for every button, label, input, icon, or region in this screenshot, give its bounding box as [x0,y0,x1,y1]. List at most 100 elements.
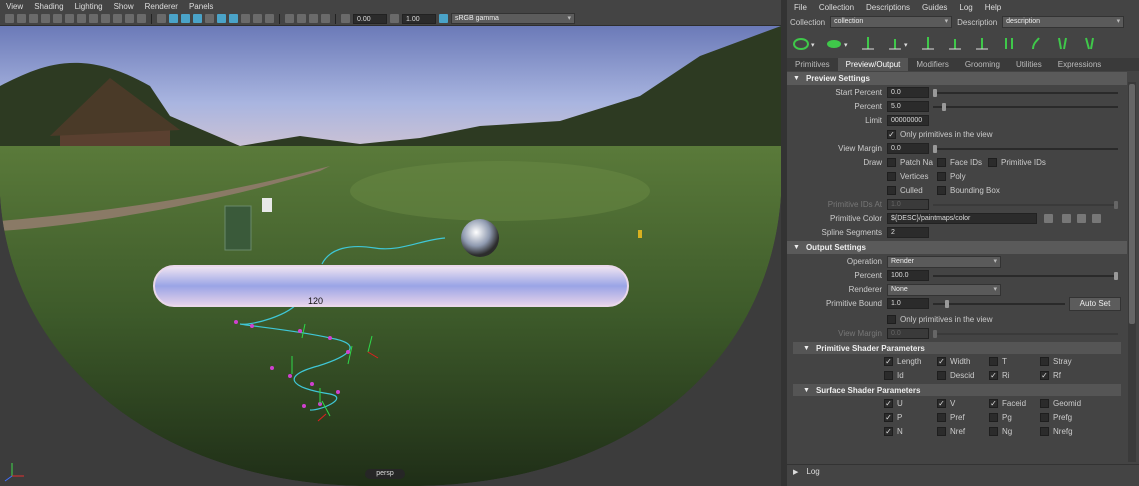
menu-view[interactable]: View [6,2,23,11]
prim-shader-param-checkbox[interactable]: ✓ [1040,371,1049,380]
culled-checkbox[interactable] [887,186,896,195]
surface-shader-header[interactable]: ▼ Surface Shader Parameters [793,384,1121,396]
prim-bound-field[interactable]: 1.0 [887,298,929,309]
viewport-panel[interactable]: View Shading Lighting Show Renderer Pane… [0,0,781,486]
start-percent-slider[interactable] [933,89,1118,97]
bend-guide-icon[interactable] [1027,35,1045,53]
select-description-icon[interactable]: ▾ [826,35,848,53]
isolate-select-icon[interactable] [285,14,294,23]
surface-shader-param-checkbox[interactable] [1040,413,1049,422]
view-margin-slider[interactable] [933,145,1118,153]
slider-handle[interactable] [945,300,949,308]
description-dropdown[interactable]: description [1002,16,1125,28]
preview-settings-header[interactable]: ▼ Preview Settings [787,72,1127,85]
collection-dropdown[interactable]: collection [830,16,953,28]
output-percent-field[interactable]: 100.0 [887,270,929,281]
menu-lighting[interactable]: Lighting [75,2,103,11]
rebuild-guides-icon[interactable] [1081,35,1099,53]
surface-shader-param-checkbox[interactable] [989,413,998,422]
depth-of-field-icon[interactable] [265,14,274,23]
load-map-icon[interactable] [1077,214,1086,223]
image-plane-icon[interactable] [41,14,50,23]
output-only-prims-checkbox[interactable] [887,315,896,324]
gamma-icon[interactable] [390,14,399,23]
menu-guides[interactable]: Guides [922,3,947,12]
spline-segments-field[interactable]: 2 [887,227,929,238]
gamma-field[interactable]: 1.00 [402,13,436,24]
shadows-icon[interactable] [217,14,226,23]
safe-action-icon[interactable] [113,14,122,23]
wireframe-icon[interactable] [157,14,166,23]
vertices-checkbox[interactable] [887,172,896,181]
surface-shader-param-checkbox[interactable]: ✓ [989,399,998,408]
prim-shader-param-checkbox[interactable]: ✓ [884,357,893,366]
motion-blur-icon[interactable] [241,14,250,23]
primitive-ids-checkbox[interactable] [988,158,997,167]
prim-shader-param-checkbox[interactable] [1040,357,1049,366]
percent-slider[interactable] [933,103,1118,111]
prim-bound-slider[interactable] [933,300,1065,308]
poly-checkbox[interactable] [937,172,946,181]
prim-shader-param-checkbox[interactable]: ✓ [989,371,998,380]
exposure-icon[interactable] [341,14,350,23]
surface-shader-param-checkbox[interactable] [1040,427,1049,436]
menu-file[interactable]: File [794,3,807,12]
editor-scrollbar[interactable] [1128,82,1136,462]
tab-modifiers[interactable]: Modifiers [908,58,956,71]
bookmark-icon[interactable] [29,14,38,23]
output-settings-header[interactable]: ▼ Output Settings [787,241,1127,254]
menu-shading[interactable]: Shading [34,2,63,11]
camera-attributes-icon[interactable] [17,14,26,23]
prim-shader-param-checkbox[interactable]: ✓ [937,357,946,366]
pan-zoom-icon[interactable] [137,14,146,23]
exposure-field[interactable]: 0.00 [353,13,387,24]
xray-joints-icon[interactable] [309,14,318,23]
ambient-occlusion-icon[interactable] [229,14,238,23]
prim-shader-param-checkbox[interactable] [989,357,998,366]
slider-handle[interactable] [933,145,937,153]
prim-shader-param-checkbox[interactable] [937,371,946,380]
menu-show[interactable]: Show [114,2,134,11]
scrollbar-thumb[interactable] [1129,84,1135,324]
smooth-shade-icon[interactable] [169,14,178,23]
normalize-guide-icon[interactable] [973,35,991,53]
limit-field[interactable]: 00000000 [887,115,929,126]
xray-components-icon[interactable] [321,14,330,23]
anti-aliasing-icon[interactable] [253,14,262,23]
surface-shader-param-checkbox[interactable]: ✓ [884,427,893,436]
prim-color-field[interactable]: ${DESC}/paintmaps/color [887,213,1037,224]
slider-handle[interactable] [942,103,946,111]
tab-grooming[interactable]: Grooming [957,58,1008,71]
tab-utilities[interactable]: Utilities [1008,58,1050,71]
menu-help[interactable]: Help [985,3,1001,12]
only-prims-checkbox[interactable]: ✓ [887,130,896,139]
film-gate-icon[interactable] [65,14,74,23]
add-guides-icon[interactable] [859,35,877,53]
prim-shader-param-checkbox[interactable] [884,371,893,380]
surface-shader-param-checkbox[interactable]: ✓ [884,413,893,422]
menu-panels[interactable]: Panels [189,2,213,11]
color-management-icon[interactable] [439,14,448,23]
gate-mask-icon[interactable] [89,14,98,23]
tab-expressions[interactable]: Expressions [1050,58,1110,71]
menu-descriptions[interactable]: Descriptions [866,3,910,12]
tab-primitives[interactable]: Primitives [787,58,838,71]
map-options-icon[interactable] [1092,214,1101,223]
face-ids-checkbox[interactable] [937,158,946,167]
expression-editor-icon[interactable] [1044,214,1053,223]
camera-select-icon[interactable] [5,14,14,23]
prim-shader-header[interactable]: ▼ Primitive Shader Parameters [793,342,1121,354]
add-guide-point-icon[interactable] [919,35,937,53]
surface-shader-param-checkbox[interactable]: ✓ [937,399,946,408]
textured-icon[interactable] [193,14,202,23]
create-description-icon[interactable]: ▾ [793,35,815,53]
slider-handle[interactable] [1114,272,1118,280]
menu-collection[interactable]: Collection [819,3,854,12]
tab-preview-output[interactable]: Preview/Output [837,58,909,71]
output-percent-slider[interactable] [933,272,1118,280]
xray-icon[interactable] [297,14,306,23]
menu-log[interactable]: Log [959,3,972,12]
renderer-dropdown[interactable]: None [887,284,1001,296]
patch-names-checkbox[interactable] [887,158,896,167]
operation-dropdown[interactable]: Render [887,256,1001,268]
